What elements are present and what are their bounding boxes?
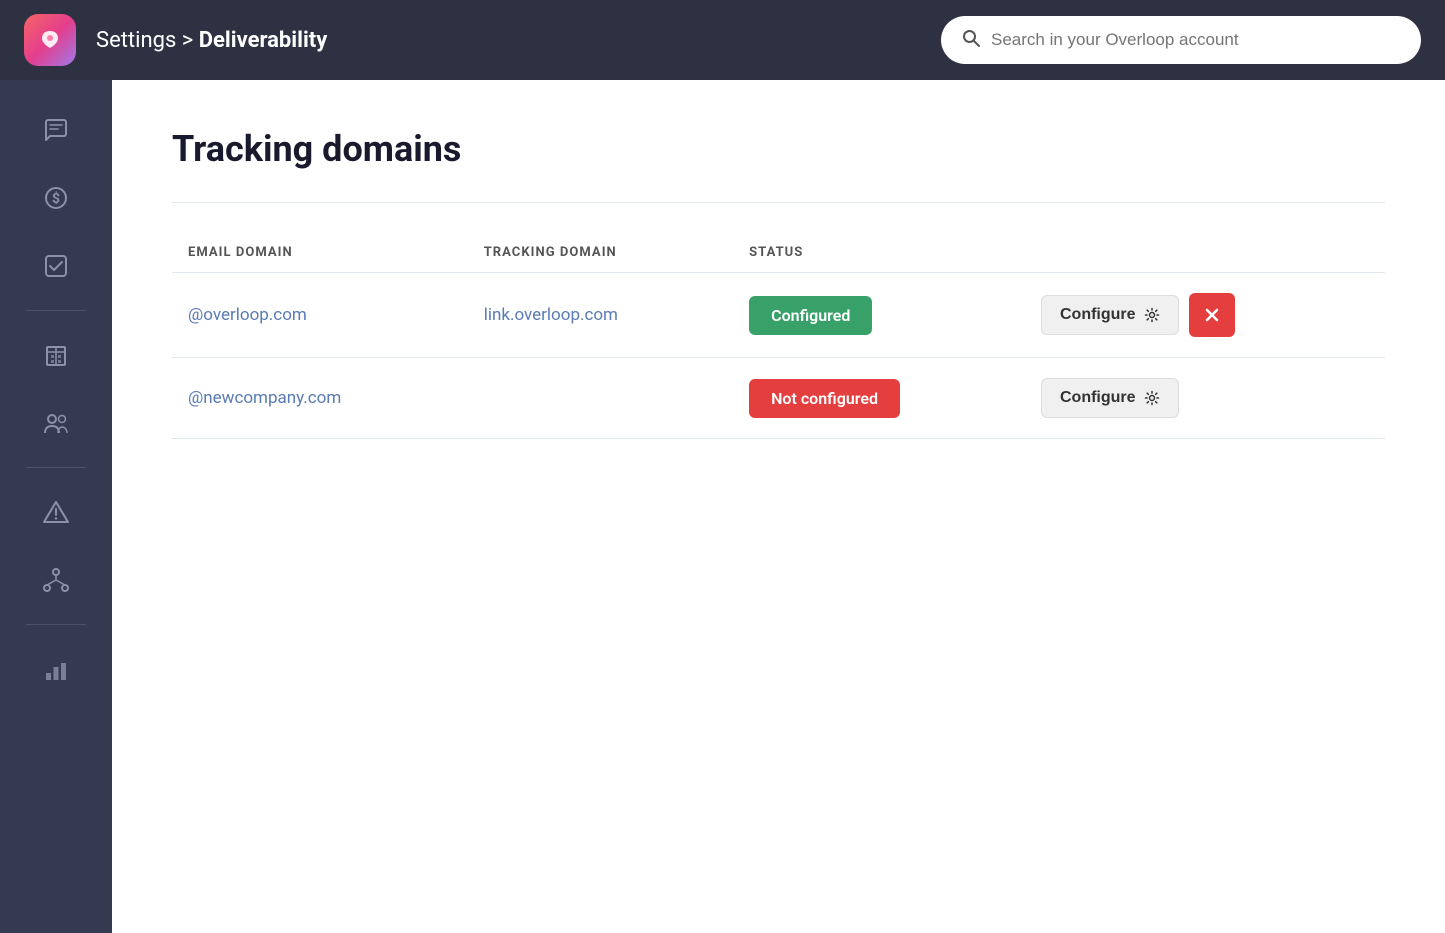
email-domain-cell: @newcompany.com [172, 358, 468, 439]
sidebar-divider-2 [26, 467, 86, 468]
app-logo [24, 14, 76, 66]
svg-text:$: $ [52, 190, 60, 207]
sidebar-item-network[interactable] [21, 550, 91, 610]
close-icon [1203, 306, 1221, 324]
sidebar-item-companies[interactable] [21, 325, 91, 385]
delete-button[interactable] [1189, 293, 1235, 337]
divider [172, 202, 1385, 203]
col-tracking-domain: TRACKING DOMAIN [468, 233, 733, 273]
main-content: Tracking domains EMAIL DOMAIN TRACKING D… [112, 80, 1445, 933]
actions-cell: Configure [1025, 273, 1385, 358]
col-actions [1025, 233, 1385, 273]
email-domain-cell: @overloop.com [172, 273, 468, 358]
sidebar-item-campaigns[interactable] [21, 482, 91, 542]
gear-icon [1144, 390, 1160, 406]
domain-table: EMAIL DOMAIN TRACKING DOMAIN STATUS @ove… [172, 233, 1385, 439]
sidebar-item-reports[interactable] [21, 639, 91, 699]
configure-button[interactable]: Configure [1041, 295, 1179, 335]
page-title: Tracking domains [172, 128, 1385, 170]
search-icon [961, 28, 981, 53]
status-cell: Configured [733, 273, 1025, 358]
configure-button[interactable]: Configure [1041, 378, 1179, 418]
sidebar-item-chat[interactable] [21, 100, 91, 160]
search-input[interactable] [991, 30, 1401, 50]
actions-cell: Configure [1025, 358, 1385, 439]
breadcrumb: Settings > Deliverability [96, 28, 327, 53]
status-badge: Not configured [749, 379, 900, 418]
gear-icon [1144, 307, 1160, 323]
tracking-domain-cell [468, 358, 733, 439]
col-email-domain: EMAIL DOMAIN [172, 233, 468, 273]
sidebar-item-tasks[interactable] [21, 236, 91, 296]
table-header: EMAIL DOMAIN TRACKING DOMAIN STATUS [172, 233, 1385, 273]
table-body: @overloop.com link.overloop.com Configur… [172, 273, 1385, 439]
search-bar[interactable] [941, 16, 1421, 64]
sidebar-item-people[interactable] [21, 393, 91, 453]
sidebar-item-revenue[interactable]: $ [21, 168, 91, 228]
tracking-domain-cell: link.overloop.com [468, 273, 733, 358]
status-cell: Not configured [733, 358, 1025, 439]
sidebar-divider-3 [26, 624, 86, 625]
main-layout: $ [0, 80, 1445, 933]
status-badge: Configured [749, 296, 872, 335]
sidebar: $ [0, 80, 112, 933]
col-status: STATUS [733, 233, 1025, 273]
sidebar-divider-1 [26, 310, 86, 311]
table-row: @overloop.com link.overloop.com Configur… [172, 273, 1385, 358]
table-row: @newcompany.com Not configured Configure [172, 358, 1385, 439]
topnav: Settings > Deliverability [0, 0, 1445, 80]
